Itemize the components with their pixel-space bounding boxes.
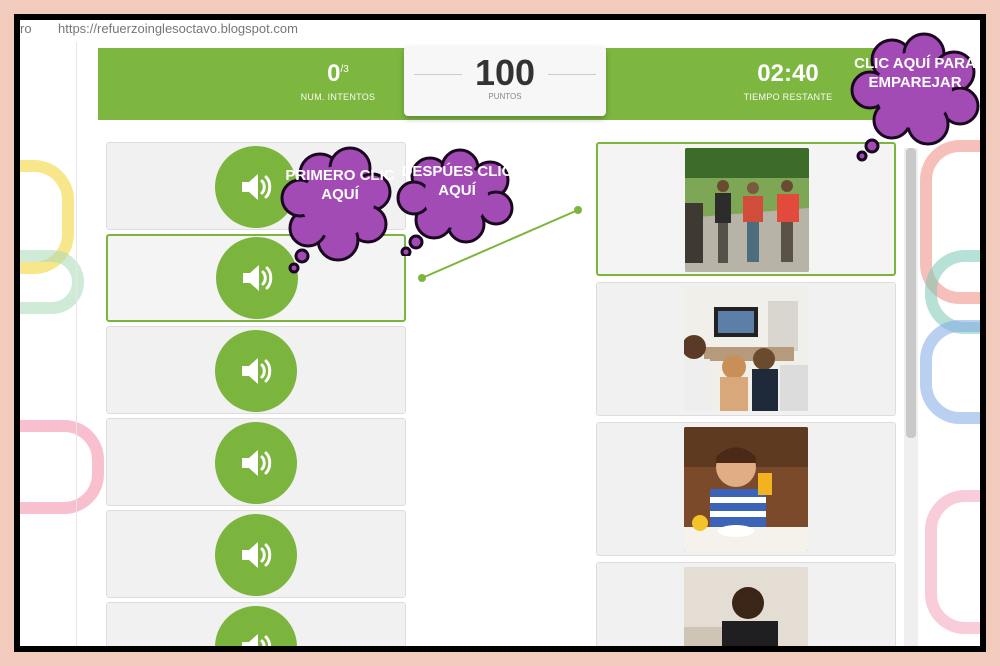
- image-card-1[interactable]: [596, 142, 896, 276]
- image-card-2[interactable]: [596, 282, 896, 416]
- screenshot-area: ro https://refuerzoinglesoctavo.blogspot…: [20, 20, 980, 646]
- photo-boy-drinking-juice: [684, 427, 808, 551]
- callout-then-click: DESPÚES CLIC AQUÍ: [396, 148, 518, 256]
- callout-match-click: CLIC AQUÍ PARA EMPAREJAR: [848, 32, 980, 162]
- callout-match-text: CLIC AQUÍ PARA EMPAREJAR: [854, 55, 976, 91]
- frame-inner-border: ro https://refuerzoinglesoctavo.blogspot…: [14, 14, 986, 652]
- photo-family-watching-tv: [684, 287, 808, 411]
- photo-children-walking-to-school: [685, 148, 809, 272]
- callout-first-click: PRIMERO CLIC AQUÍ: [280, 144, 400, 274]
- callout-first-text: PRIMERO CLIC AQUÍ: [285, 167, 395, 203]
- image-card-4[interactable]: [596, 562, 896, 646]
- image-card-3[interactable]: [596, 422, 896, 556]
- scrollbar[interactable]: [904, 148, 918, 646]
- callout-then-text: DESPÚES CLIC AQUÍ: [401, 163, 513, 199]
- scrollbar-thumb[interactable]: [906, 148, 916, 438]
- photo-boy-studying: [684, 567, 808, 646]
